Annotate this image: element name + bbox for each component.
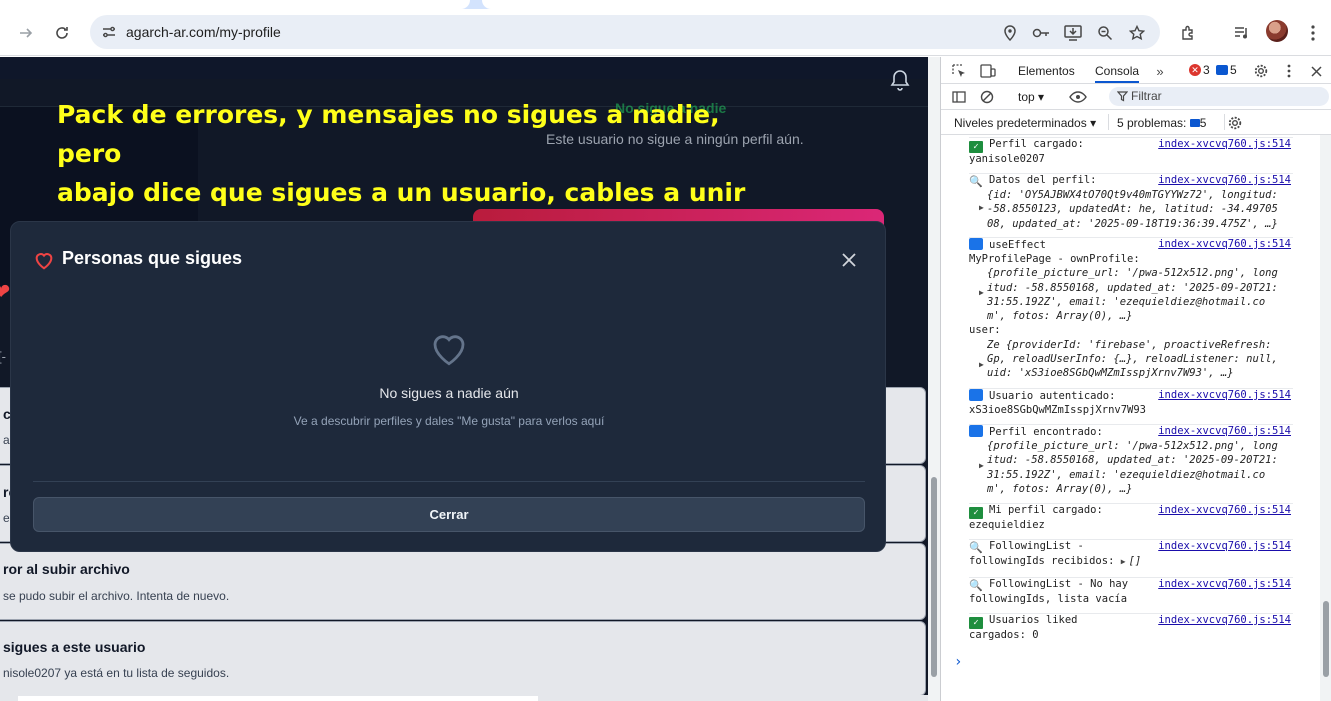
following-modal: Personas que sigues No sigues a nadie aú… [10, 221, 886, 552]
source-link[interactable]: index-xvcvq760.js:514 [1158, 138, 1291, 150]
install-app-icon[interactable] [1063, 23, 1083, 43]
annotation-overlay: Pack de errores, y mensajes no sigues a … [57, 100, 746, 207]
console-message: ✓ Usuarios liked index-xvcvq760.js:514 car… [969, 614, 1291, 641]
success-check-icon: ✓ [969, 141, 983, 153]
console-scrollbar[interactable] [1320, 135, 1331, 701]
bookmark-star-icon[interactable] [1127, 23, 1147, 43]
console-message: 🔍 FollowingList - No hay index-xvcvq760.js… [969, 578, 1293, 614]
context-select[interactable]: top ▾ [1018, 90, 1044, 104]
forward-icon[interactable] [14, 21, 38, 45]
console-toolbar: top ▾ Filtrar [941, 84, 1331, 110]
console-output: ✓ Perfil cargado: index-xvcvq760.js:514 ya… [941, 135, 1319, 701]
close-devtools-icon[interactable] [1307, 62, 1325, 80]
magnifier-icon: 🔍 [969, 579, 983, 592]
message-icon [1216, 65, 1228, 75]
toast-message: se pudo subir el archivo. Intenta de nue… [3, 589, 230, 603]
source-link[interactable]: index-xvcvq760.js:514 [1158, 578, 1291, 590]
log-levels-dropdown[interactable]: Niveles predeterminados ▾ [954, 116, 1096, 130]
console-filter-input[interactable]: Filtrar [1109, 87, 1329, 106]
devtools-tab-bar: Elementos Consola » ✕ 3 5 [941, 57, 1331, 84]
console-message: Usuario autenticado: index-xvcvq760.js:51… [969, 389, 1293, 425]
sidebar-toggle-icon[interactable] [950, 88, 968, 106]
source-link[interactable]: index-xvcvq760.js:514 [1158, 504, 1291, 516]
zoom-icon[interactable] [1095, 23, 1115, 43]
modal-title: Personas que sigues [62, 248, 243, 268]
expand-triangle-icon[interactable]: ▶ [1121, 557, 1126, 566]
profile-avatar[interactable] [1266, 20, 1288, 42]
horizontal-scrollbar[interactable] [0, 695, 928, 701]
message-count-badge[interactable]: 5 [1216, 63, 1237, 77]
empty-state-title: No sigues a nadie aún [379, 385, 519, 401]
browser-toolbar: agarch-ar.com/my-profile [0, 9, 1331, 56]
tab-strip [0, 0, 1331, 9]
console-prompt[interactable]: › [954, 654, 962, 670]
source-link[interactable]: index-xvcvq760.js:514 [1158, 425, 1291, 437]
heart-icon [35, 253, 53, 270]
source-link[interactable]: index-xvcvq760.js:514 [1158, 614, 1291, 626]
notification-bell-icon[interactable] [890, 69, 912, 91]
console-levels-bar: Niveles predeterminados ▾ 5 problemas: 5 [941, 110, 1331, 135]
toast-title: ror al subir archivo [3, 561, 130, 577]
console-message: 🔍 FollowingList - index-xvcvq760.js:514 fo… [969, 540, 1293, 578]
close-button[interactable]: Cerrar [33, 497, 865, 532]
media-controls-icon[interactable] [1230, 21, 1254, 45]
error-count-badge[interactable]: ✕ 3 [1189, 63, 1210, 77]
close-icon[interactable] [839, 250, 859, 270]
reload-icon[interactable] [50, 21, 74, 45]
filter-icon [1117, 91, 1128, 102]
magnifier-icon: 🔍 [969, 175, 983, 188]
address-bar[interactable]: agarch-ar.com/my-profile [90, 15, 1160, 49]
url-text: agarch-ar.com/my-profile [126, 24, 281, 40]
info-icon [969, 238, 983, 250]
tab-elements[interactable]: Elementos [1018, 64, 1075, 78]
devtools-menu-icon[interactable] [1280, 62, 1298, 80]
menu-kebab-icon[interactable] [1301, 21, 1325, 45]
divider [33, 481, 865, 482]
magnifier-icon: 🔍 [969, 541, 983, 554]
left-fragment-text: [- [0, 349, 6, 364]
error-icon: ✕ [1189, 64, 1201, 76]
location-icon[interactable] [1000, 23, 1020, 43]
key-icon[interactable] [1031, 23, 1051, 43]
console-message: 🔍 Datos del perfil: index-xvcvq760.js:514 … [969, 174, 1293, 238]
toast-title: sigues a este usuario [3, 639, 146, 655]
toast-notification[interactable]: sigues a este usuario nisole0207 ya está… [0, 621, 926, 696]
inspect-element-icon[interactable] [950, 62, 968, 80]
console-settings-gear-icon[interactable] [1226, 114, 1244, 132]
devtools-panel: Elementos Consola » ✕ 3 5 top ▾ Filtrar N… [940, 57, 1331, 701]
source-link[interactable]: index-xvcvq760.js:514 [1158, 540, 1291, 552]
expand-triangle-icon[interactable]: ▶ [979, 288, 985, 297]
expand-triangle-icon[interactable]: ▶ [979, 461, 985, 470]
extensions-icon[interactable] [1176, 21, 1200, 45]
console-message: useEffect index-xvcvq760.js:514 MyProfile… [969, 238, 1293, 389]
empty-state-subtitle: Ve a descubrir perfiles y dales "Me gust… [293, 414, 605, 428]
device-toolbar-icon[interactable] [979, 62, 997, 80]
info-icon [969, 425, 983, 437]
page-vertical-scrollbar[interactable] [928, 57, 940, 701]
console-message: ✓ Mi perfil cargado: index-xvcvq760.js:514… [969, 504, 1293, 540]
console-message: Perfil encontrado: index-xvcvq760.js:514 … [969, 425, 1293, 504]
problems-link[interactable]: 5 problemas: 5 [1117, 116, 1206, 130]
toast-message: nisole0207 ya está en tu lista de seguid… [3, 666, 230, 680]
settings-gear-icon[interactable] [1252, 62, 1270, 80]
tab-console[interactable]: Consola [1095, 64, 1140, 83]
success-check-icon: ✓ [969, 507, 983, 519]
expand-triangle-icon[interactable]: ▶ [979, 203, 985, 212]
source-link[interactable]: index-xvcvq760.js:514 [1158, 174, 1291, 186]
empty-heart-icon [433, 335, 465, 366]
more-tabs-icon[interactable]: » [1151, 62, 1169, 80]
clear-console-icon[interactable] [978, 88, 996, 106]
success-check-icon: ✓ [969, 617, 983, 629]
expand-triangle-icon[interactable]: ▶ [979, 360, 985, 369]
source-link[interactable]: index-xvcvq760.js:514 [1158, 238, 1291, 250]
web-page: No sigue a nadie Este usuario no sigue a… [0, 57, 928, 701]
source-link[interactable]: index-xvcvq760.js:514 [1158, 389, 1291, 401]
console-message: ✓ Perfil cargado: index-xvcvq760.js:514 ya… [969, 138, 1293, 174]
toast-notification[interactable]: ror al subir archivo se pudo subir el ar… [0, 543, 926, 620]
live-expression-eye-icon[interactable] [1069, 88, 1087, 106]
info-icon [969, 389, 983, 401]
message-icon [1189, 119, 1200, 127]
site-settings-icon[interactable] [100, 23, 118, 41]
